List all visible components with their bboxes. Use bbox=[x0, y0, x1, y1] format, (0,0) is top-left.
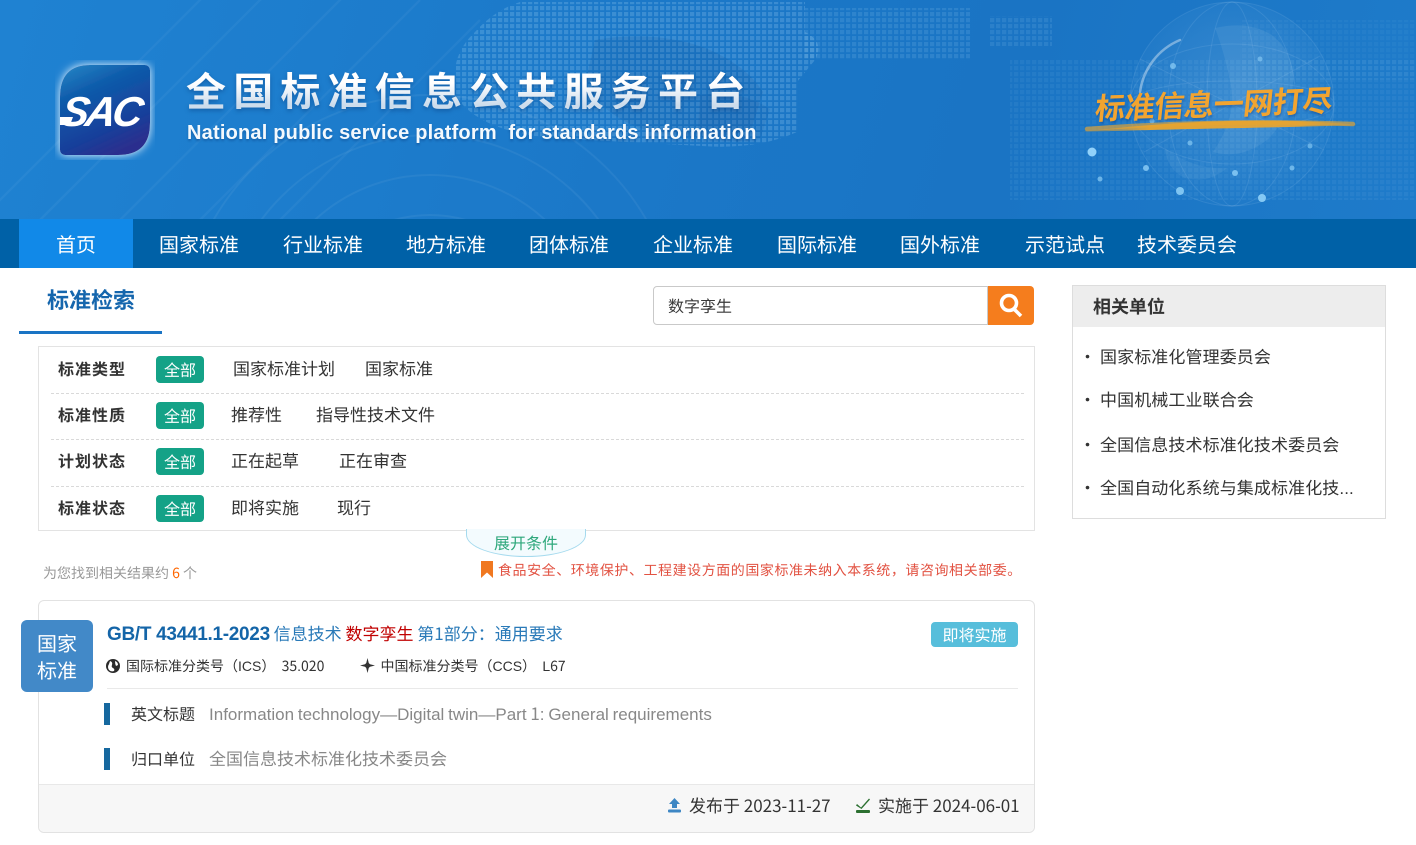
svg-text:SAC: SAC bbox=[58, 88, 149, 135]
